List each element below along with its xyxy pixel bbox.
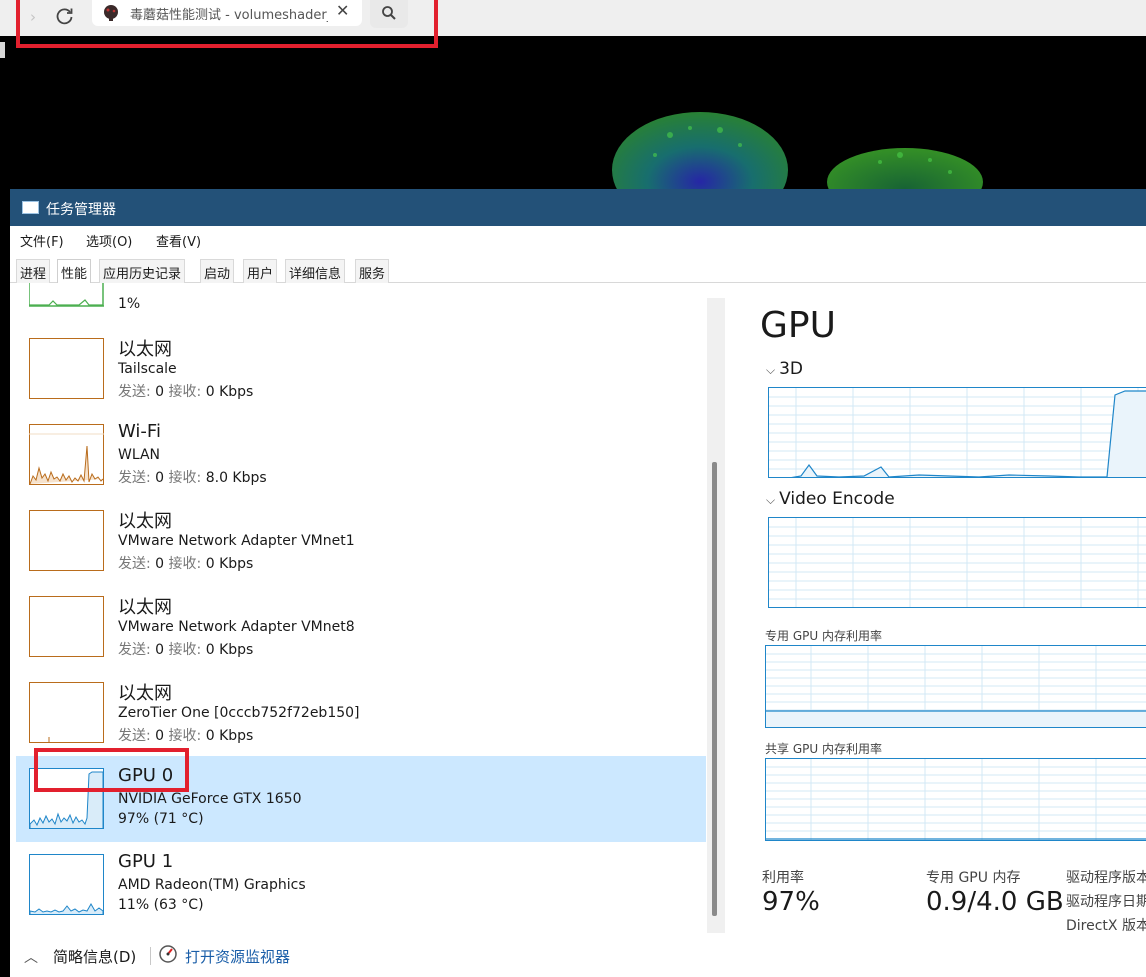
chevron-down-icon: ⌵ [766, 363, 776, 377]
tab-startup[interactable]: 启动 [200, 259, 235, 283]
device-name: 以太网 [118, 339, 172, 360]
tab-performance[interactable]: 性能 [57, 259, 92, 284]
device-adapter: VMware Network Adapter VMnet1 [118, 533, 355, 549]
chevron-up-icon[interactable]: ︿ [24, 947, 38, 967]
graph-video-encode [768, 517, 1146, 608]
task-manager-window: 任务管理器 文件(F) 选项(O) 查看(V) 进程 性能 应用历史记录 启动 … [10, 189, 1146, 977]
divider [150, 947, 151, 965]
chevron-down-icon: ⌵ [766, 493, 776, 507]
list-scrollbar[interactable] [707, 298, 725, 934]
window-titlebar[interactable]: 任务管理器 [10, 189, 1146, 226]
thumbnail-graph [29, 854, 104, 915]
device-adapter: Tailscale [118, 361, 177, 377]
list-item[interactable]: Wi-Fi WLAN 发送: 0 接收: 8.0 Kbps [16, 412, 706, 498]
screen: › 毒蘑菇性能测试 - volumeshader_bm ✕ [0, 0, 1146, 977]
footer-bar: ︿ 简略信息(D) 打开资源监视器 [10, 933, 1146, 977]
graph-3d [768, 387, 1146, 478]
thumbnail-graph [29, 596, 104, 657]
device-name: 以太网 [118, 683, 172, 704]
device-adapter: VMware Network Adapter VMnet8 [118, 619, 355, 635]
thumbnail-graph [29, 682, 104, 743]
device-name: GPU 1 [118, 851, 174, 872]
device-throughput: 发送: 0 接收: 0 Kbps [118, 556, 254, 572]
detail-title: GPU [760, 305, 836, 346]
device-throughput: 发送: 0 接收: 0 Kbps [118, 384, 254, 400]
graph-dedicated-memory [765, 645, 1146, 728]
annotation-box-gpu0 [34, 748, 189, 792]
menu-view[interactable]: 查看(V) [156, 231, 201, 250]
driver-version-label: 驱动程序版本: [1066, 870, 1146, 886]
fewer-details-button[interactable]: 简略信息(D) [53, 946, 136, 967]
menu-bar: 文件(F) 选项(O) 查看(V) [10, 226, 1146, 251]
menu-file[interactable]: 文件(F) [20, 231, 64, 250]
annotation-box-tab [16, 0, 438, 48]
utilization-value: 97% [762, 887, 820, 917]
thumbnail-graph [29, 283, 104, 307]
thumbnail-graph [29, 338, 104, 399]
window-title: 任务管理器 [46, 202, 116, 218]
device-adapter: ZeroTier One [0cccb752f72eb150] [118, 705, 360, 721]
list-item-gpu-1[interactable]: GPU 1 AMD Radeon(TM) Graphics 11% (63 °C… [16, 842, 706, 928]
device-list: 1% 以太网 Tailscale 发送: 0 接收: 0 Kbps Wi-Fi … [10, 283, 730, 933]
dedicated-mem-label: 专用 GPU 内存 [926, 870, 1021, 886]
tab-details[interactable]: 详细信息 [285, 259, 346, 283]
device-usage: 97% (71 °C) [118, 811, 204, 827]
device-name: 以太网 [118, 597, 172, 618]
device-adapter: WLAN [118, 447, 161, 463]
graph-3d-selector[interactable]: ⌵ 3D [766, 359, 803, 379]
scrollbar-thumb[interactable] [712, 462, 717, 916]
list-item[interactable]: 以太网 VMware Network Adapter VMnet1 发送: 0 … [16, 498, 706, 584]
graph-encode-selector[interactable]: ⌵ Video Encode [766, 489, 895, 509]
tab-app-history[interactable]: 应用历史记录 [99, 259, 186, 283]
tab-users[interactable]: 用户 [243, 259, 278, 283]
gpu-detail-pane: GPU ⌵ 3D ⌵ Video Encode 专用 GPU 内存利用率 共享 … [728, 283, 1146, 933]
device-usage: 11% (63 °C) [118, 897, 204, 913]
menu-options[interactable]: 选项(O) [86, 231, 132, 250]
list-item[interactable]: 以太网 ZeroTier One [0cccb752f72eb150] 发送: … [16, 670, 706, 756]
driver-date-label: 驱动程序日期: [1066, 894, 1146, 910]
render-canvas [612, 112, 983, 190]
tab-processes[interactable]: 进程 [16, 259, 51, 283]
thumbnail-graph [29, 424, 104, 485]
graph-shared-memory [765, 758, 1146, 841]
device-name: 以太网 [118, 511, 172, 532]
tab-strip: 进程 性能 应用历史记录 启动 用户 详细信息 服务 [10, 251, 1146, 284]
tab-services[interactable]: 服务 [355, 259, 390, 283]
device-throughput: 发送: 0 接收: 0 Kbps [118, 728, 254, 744]
device-throughput: 发送: 0 接收: 8.0 Kbps [118, 470, 267, 486]
device-usage: 1% [118, 296, 141, 312]
thumbnail-graph [29, 510, 104, 571]
device-throughput: 发送: 0 接收: 0 Kbps [118, 642, 254, 658]
device-name: Wi-Fi [118, 421, 161, 442]
device-adapter: AMD Radeon(TM) Graphics [118, 877, 306, 893]
directx-version-label: DirectX 版本: [1066, 918, 1146, 933]
list-item[interactable]: 以太网 Tailscale 发送: 0 接收: 0 Kbps [16, 326, 706, 412]
device-adapter: NVIDIA GeForce GTX 1650 [118, 791, 302, 807]
open-resource-monitor-link[interactable]: 打开资源监视器 [185, 946, 290, 967]
shared-mem-graph-label: 共享 GPU 内存利用率 [765, 742, 882, 756]
task-manager-icon [22, 201, 39, 214]
list-item[interactable]: 以太网 VMware Network Adapter VMnet8 发送: 0 … [16, 584, 706, 670]
utilization-label: 利用率 [762, 870, 804, 886]
dedicated-mem-graph-label: 专用 GPU 内存利用率 [765, 629, 882, 643]
list-item[interactable]: 1% [16, 283, 706, 321]
resource-monitor-icon [158, 944, 178, 968]
window-edge [0, 42, 5, 58]
dedicated-mem-value: 0.9/4.0 GB [926, 887, 1064, 917]
